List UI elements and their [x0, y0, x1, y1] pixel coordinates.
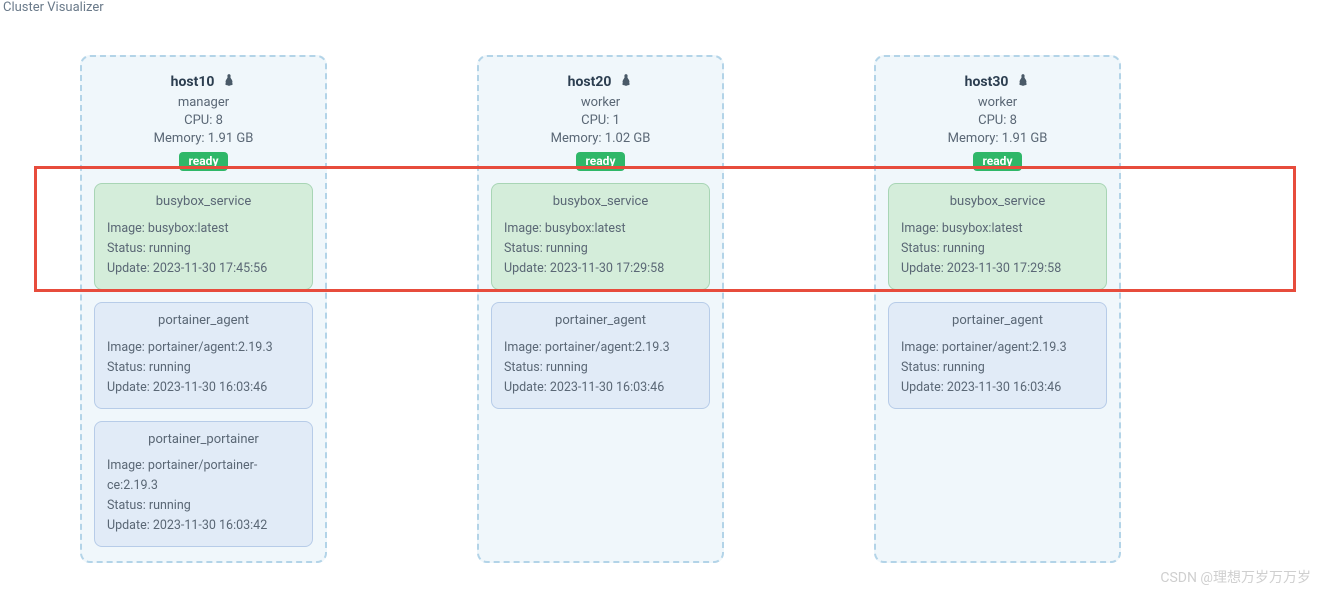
node-card-host10[interactable]: host10 manager CPU: 8 Memory: 1.91 GB re…: [80, 55, 327, 563]
service-status: Status: running: [504, 358, 697, 378]
service-update: Update: 2023-11-30 17:29:58: [504, 259, 697, 279]
service-card-portainer-portainer[interactable]: portainer_portainer Image: portainer/por…: [94, 421, 313, 548]
service-card-busybox[interactable]: busybox_service Image: busybox:latest St…: [491, 183, 710, 290]
service-name: portainer_agent: [504, 311, 697, 332]
service-update: Update: 2023-11-30 16:03:42: [107, 516, 300, 536]
service-status: Status: running: [504, 239, 697, 259]
node-role: worker: [491, 95, 710, 110]
node-header: host10 manager CPU: 8 Memory: 1.91 GB re…: [94, 71, 313, 171]
service-update: Update: 2023-11-30 16:03:46: [107, 378, 300, 398]
service-status: Status: running: [107, 358, 300, 378]
linux-icon: [222, 73, 236, 92]
service-image: Image: portainer/portainer-ce:2.19.3: [107, 456, 300, 496]
service-card-portainer-agent[interactable]: portainer_agent Image: portainer/agent:2…: [491, 302, 710, 409]
service-name: portainer_portainer: [107, 430, 300, 451]
service-update: Update: 2023-11-30 16:03:46: [504, 378, 697, 398]
cluster-container: host10 manager CPU: 8 Memory: 1.91 GB re…: [0, 25, 1331, 593]
service-update: Update: 2023-11-30 16:03:46: [901, 378, 1094, 398]
service-status: Status: running: [901, 358, 1094, 378]
service-image: Image: busybox:latest: [901, 219, 1094, 239]
node-header: host20 worker CPU: 1 Memory: 1.02 GB rea…: [491, 71, 710, 171]
service-update: Update: 2023-11-30 17:29:58: [901, 259, 1094, 279]
node-header: host30 worker CPU: 8 Memory: 1.91 GB rea…: [888, 71, 1107, 171]
node-role: worker: [888, 95, 1107, 110]
service-name: busybox_service: [901, 192, 1094, 213]
status-badge: ready: [179, 152, 229, 171]
service-update: Update: 2023-11-30 17:45:56: [107, 259, 300, 279]
node-memory: Memory: 1.02 GB: [491, 131, 710, 146]
node-card-host30[interactable]: host30 worker CPU: 8 Memory: 1.91 GB rea…: [874, 55, 1121, 563]
status-badge: ready: [576, 152, 626, 171]
node-cpu: CPU: 8: [94, 113, 313, 128]
service-card-portainer-agent[interactable]: portainer_agent Image: portainer/agent:2…: [94, 302, 313, 409]
service-status: Status: running: [107, 239, 300, 259]
node-memory: Memory: 1.91 GB: [888, 131, 1107, 146]
linux-icon: [619, 73, 633, 92]
node-memory: Memory: 1.91 GB: [94, 131, 313, 146]
service-name: portainer_agent: [107, 311, 300, 332]
service-card-portainer-agent[interactable]: portainer_agent Image: portainer/agent:2…: [888, 302, 1107, 409]
service-image: Image: busybox:latest: [107, 219, 300, 239]
service-status: Status: running: [901, 239, 1094, 259]
linux-icon: [1016, 73, 1030, 92]
service-image: Image: portainer/agent:2.19.3: [107, 338, 300, 358]
node-cpu: CPU: 1: [491, 113, 710, 128]
service-image: Image: portainer/agent:2.19.3: [901, 338, 1094, 358]
service-image: Image: portainer/agent:2.19.3: [504, 338, 697, 358]
node-name: host10: [171, 74, 215, 90]
node-card-host20[interactable]: host20 worker CPU: 1 Memory: 1.02 GB rea…: [477, 55, 724, 563]
node-name: host30: [965, 74, 1009, 90]
service-image: Image: busybox:latest: [504, 219, 697, 239]
node-role: manager: [94, 95, 313, 110]
status-badge: ready: [973, 152, 1023, 171]
service-name: busybox_service: [107, 192, 300, 213]
service-card-busybox[interactable]: busybox_service Image: busybox:latest St…: [888, 183, 1107, 290]
page-title: Cluster Visualizer: [0, 0, 1331, 25]
service-card-busybox[interactable]: busybox_service Image: busybox:latest St…: [94, 183, 313, 290]
service-status: Status: running: [107, 496, 300, 516]
node-cpu: CPU: 8: [888, 113, 1107, 128]
service-name: portainer_agent: [901, 311, 1094, 332]
node-name: host20: [568, 74, 612, 90]
service-name: busybox_service: [504, 192, 697, 213]
